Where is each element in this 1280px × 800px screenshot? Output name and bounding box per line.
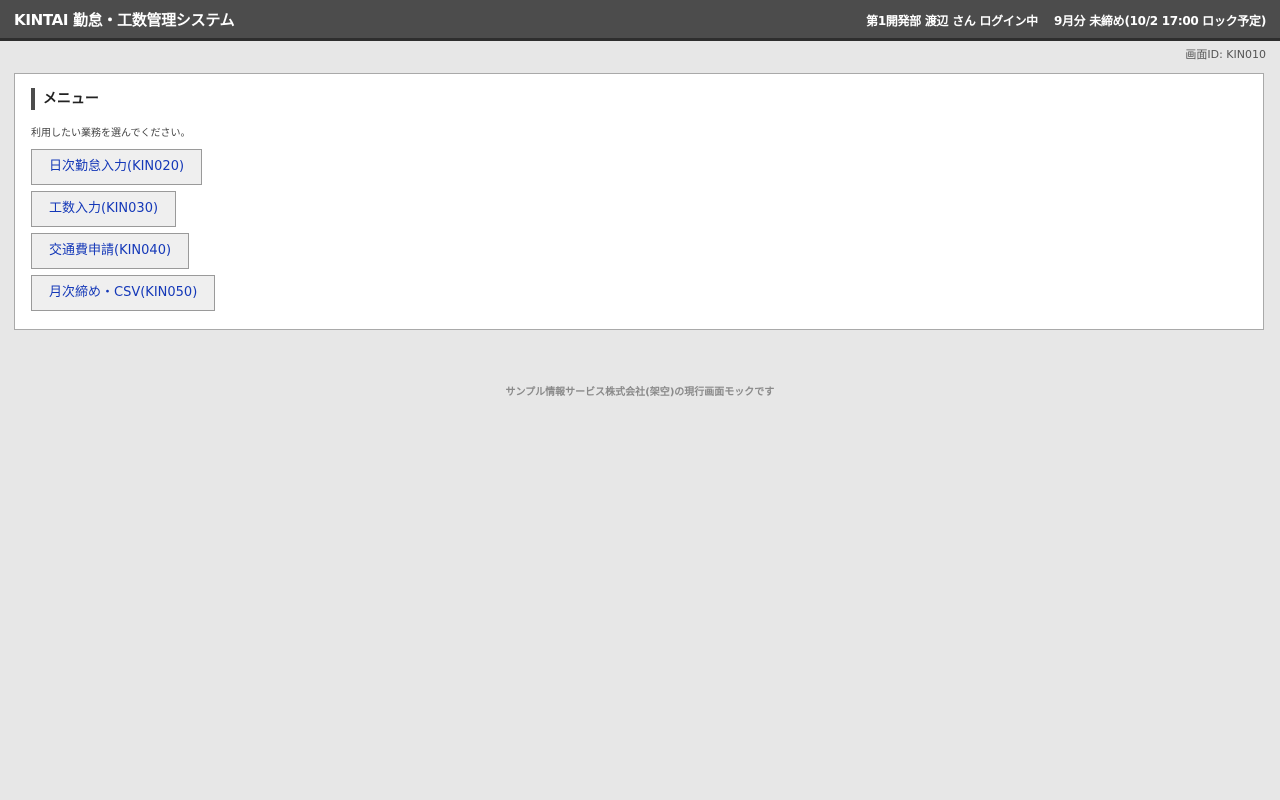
menu-instruction: 利用したい業務を選んでください。 — [31, 128, 191, 139]
period-close-status: 9月分 未締め(10/2 17:00 ロック予定) — [1054, 14, 1266, 28]
menu-list: 日次勤怠入力(KIN020) 工数入力(KIN030) 交通費申請(KIN040… — [31, 149, 216, 317]
app-title: KINTAI 勤怠・工数管理システム — [14, 11, 235, 29]
monthly-close-csv-button[interactable]: 月次締め・CSV(KIN050) — [31, 275, 216, 311]
travel-expense-button[interactable]: 交通費申請(KIN040) — [31, 233, 190, 269]
daily-attendance-button[interactable]: 日次勤怠入力(KIN020) — [31, 149, 203, 185]
section-title: メニュー — [31, 88, 99, 110]
app-header: KINTAI 勤怠・工数管理システム 第1開発部 渡辺 さん ログイン中 9月分 … — [0, 0, 1280, 41]
footer-note: サンプル情報サービス株式会社(架空)の現行画面モックです — [505, 387, 775, 398]
screen-id: 画面ID: KIN010 — [1185, 48, 1266, 61]
work-hours-button[interactable]: 工数入力(KIN030) — [31, 191, 177, 227]
header-status: 第1開発部 渡辺 さん ログイン中 9月分 未締め(10/2 17:00 ロック予… — [866, 12, 1266, 29]
menu-panel: メニュー 利用したい業務を選んでください。 日次勤怠入力(KIN020) 工数入… — [14, 73, 1264, 330]
user-login-status: 第1開発部 渡辺 さん ログイン中 — [866, 14, 1039, 28]
